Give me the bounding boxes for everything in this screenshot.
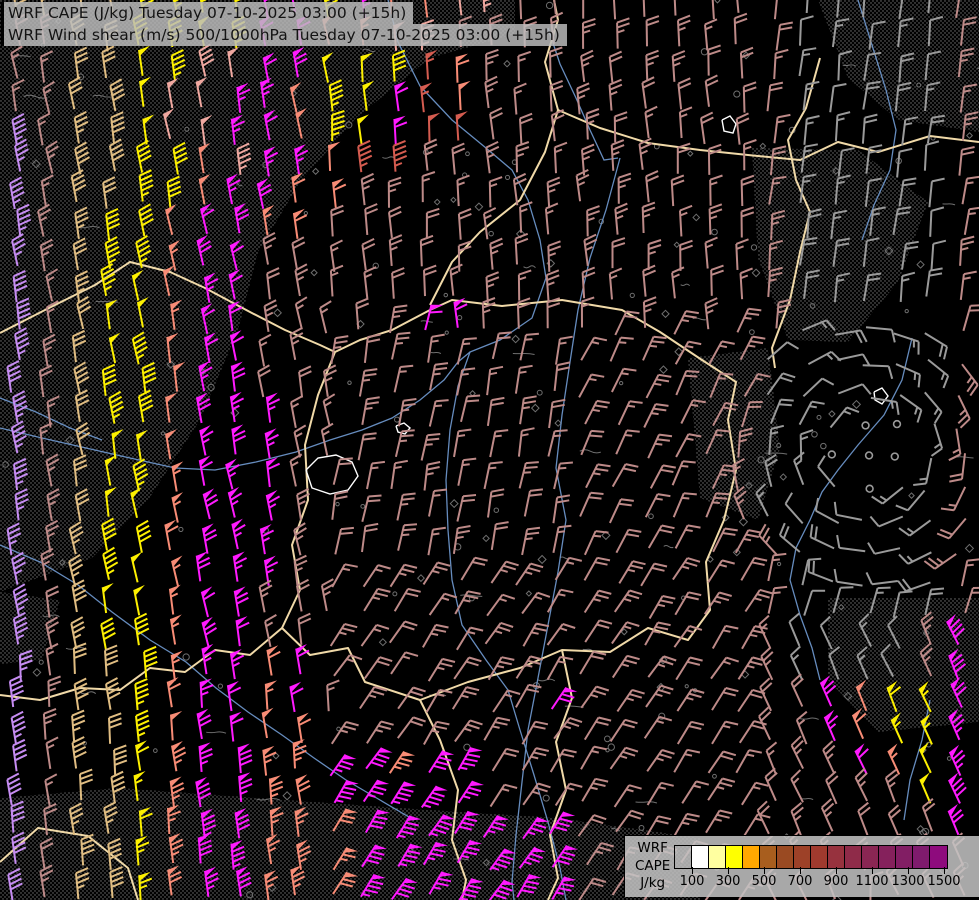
cape-legend: WRF CAPE J/kg 100 300 500 700 900 11001300150… xyxy=(624,835,979,897)
legend-tick xyxy=(692,867,693,874)
legend-label-jkg: J/kg xyxy=(635,875,670,893)
legend-tick xyxy=(872,867,873,874)
legend-unit-label: WRF CAPE J/kg xyxy=(635,840,670,893)
title-line-windshear: WRF Wind shear (m/s) 500/1000hPa Tuesday… xyxy=(4,24,567,46)
legend-cell xyxy=(828,846,845,868)
legend-cell xyxy=(930,846,947,868)
legend-tick xyxy=(944,867,945,874)
legend-cell xyxy=(675,846,692,868)
legend-cell xyxy=(777,846,794,868)
legend-colorbar xyxy=(674,845,948,869)
legend-tick-label: 1300 xyxy=(891,874,924,889)
legend-tick-label: 100 xyxy=(680,874,705,889)
title-line-cape: WRF CAPE (J/kg) Tuesday 07-10-2025 03:00… xyxy=(4,2,413,24)
legend-cell xyxy=(743,846,760,868)
legend-cell xyxy=(845,846,862,868)
legend-cell xyxy=(760,846,777,868)
legend-tick xyxy=(764,867,765,874)
legend-cell xyxy=(709,846,726,868)
legend-tick xyxy=(836,867,837,874)
legend-cell xyxy=(726,846,743,868)
legend-cell xyxy=(896,846,913,868)
legend-cell xyxy=(692,846,709,868)
legend-cell xyxy=(862,846,879,868)
legend-cell xyxy=(794,846,811,868)
legend-tick-label: 700 xyxy=(788,874,813,889)
legend-tick-label: 300 xyxy=(716,874,741,889)
legend-tick-label: 500 xyxy=(752,874,777,889)
legend-tick-label: 900 xyxy=(824,874,849,889)
legend-tick xyxy=(800,867,801,874)
legend-cell xyxy=(879,846,896,868)
legend-tick-label: 1500 xyxy=(927,874,960,889)
legend-cell xyxy=(811,846,828,868)
weather-map-page: WRF CAPE (J/kg) Tuesday 07-10-2025 03:00… xyxy=(0,0,979,900)
legend-label-cape: CAPE xyxy=(635,858,670,876)
legend-label-wrf: WRF xyxy=(635,840,670,858)
legend-tick-label: 1100 xyxy=(855,874,888,889)
legend-tick xyxy=(728,867,729,874)
legend-cell xyxy=(913,846,930,868)
title-overlay: WRF CAPE (J/kg) Tuesday 07-10-2025 03:00… xyxy=(1,2,567,46)
weather-map xyxy=(0,0,979,900)
legend-tick xyxy=(908,867,909,874)
